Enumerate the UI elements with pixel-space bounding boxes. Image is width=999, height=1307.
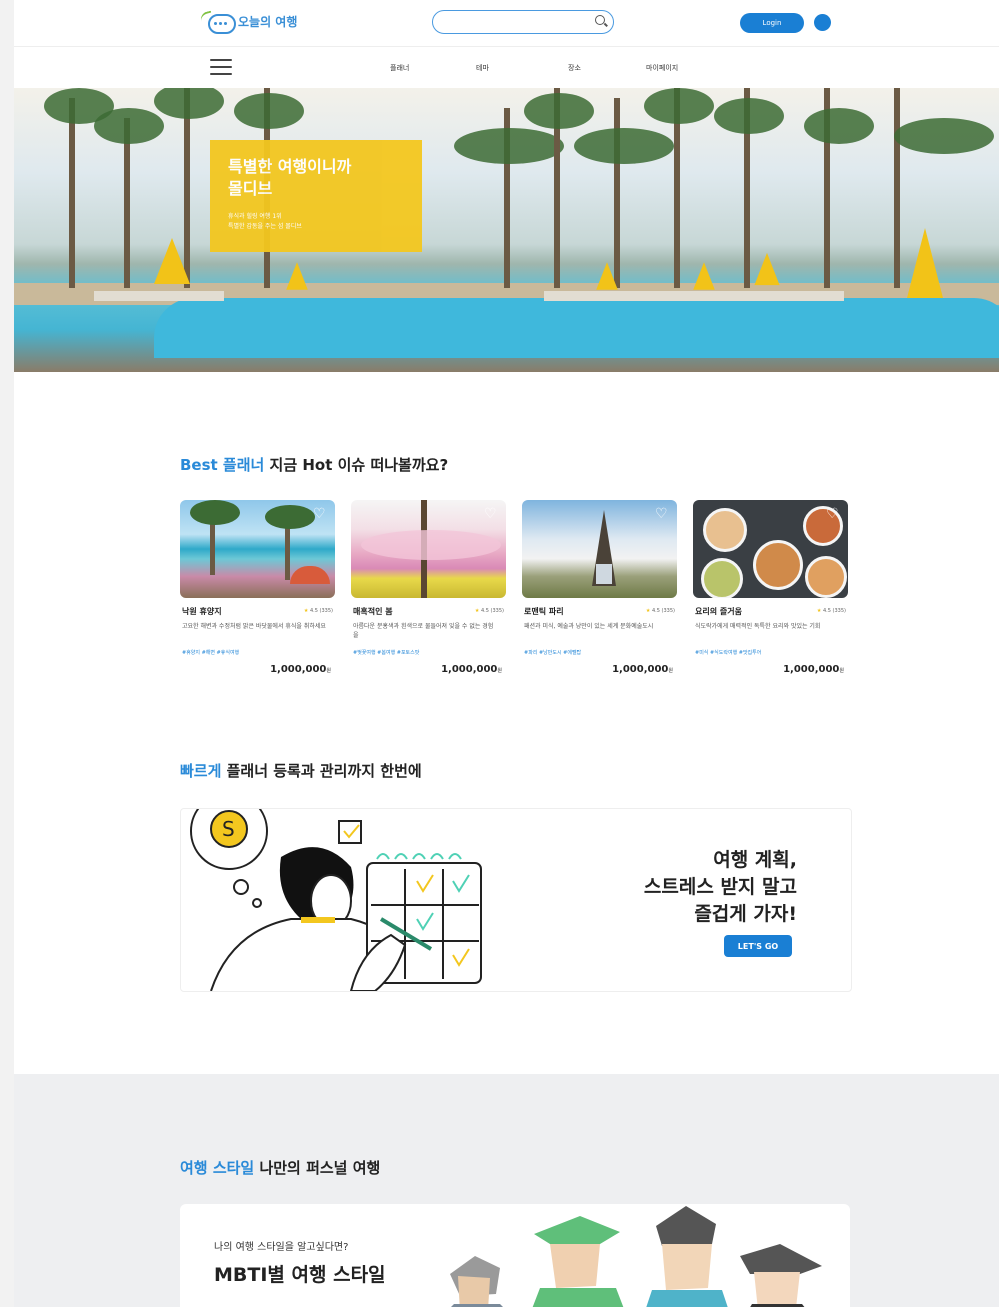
- card-price: 1,000,000원: [441, 664, 502, 675]
- login-button[interactable]: Login: [740, 13, 804, 33]
- card-description: 고요한 해변과 수정처럼 맑은 바닷물에서 휴식을 취하세요: [182, 623, 326, 630]
- style-title-accent: 여행 스타일: [180, 1159, 255, 1177]
- planner-line3: 즐겁게 가자!: [694, 903, 797, 925]
- style-section-title: 여행 스타일 나만의 퍼스널 여행: [180, 1157, 380, 1178]
- card-name: 로맨틱 파리: [524, 607, 564, 616]
- heart-icon[interactable]: ♡: [655, 507, 669, 521]
- card-name: 낙원 휴양지: [182, 607, 222, 616]
- logo-text: 오늘의 여행: [238, 14, 298, 29]
- planner-card[interactable]: ♡ 요리의 즐거움 ★ 4.5 (335) 식도락가에게 매력적인 독특한 요리…: [693, 500, 848, 690]
- card-description: 패션과 미식, 예술과 낭만이 있는 세계 문화예술도시: [524, 623, 654, 630]
- planner-card[interactable]: ♡ 로맨틱 파리 ★ 4.5 (335) 패션과 미식, 예술과 낭만이 있는 …: [522, 500, 677, 690]
- heart-icon[interactable]: ♡: [484, 507, 498, 521]
- card-image-paris: ♡: [522, 500, 677, 598]
- planner-illustration: S: [190, 809, 482, 991]
- card-rating: ★ 4.5 (335): [645, 608, 675, 614]
- card-image-resort: ♡: [180, 500, 335, 598]
- logo[interactable]: 오늘의 여행: [199, 10, 298, 34]
- mbti-card[interactable]: 나의 여행 스타일을 알고싶다면? MBTI별 여행 스타일: [180, 1204, 850, 1307]
- card-tags[interactable]: #파리 #낭만도시 #에펠탑: [524, 649, 674, 656]
- hero-text-box: 특별한 여행이니까 몰디브 휴식과 힐링 여행 1위 특별한 감동을 주는 섬 …: [210, 140, 422, 252]
- planner-card[interactable]: ♡ 매혹적인 봄 ★ 4.5 (335) 아름다운 분홍색과 흰색으로 물들어져…: [351, 500, 506, 690]
- planner-title-accent: 빠르게: [180, 762, 222, 780]
- mbti-characters-illustration: [450, 1206, 822, 1307]
- planner-headline: 여행 계획, 스트레스 받지 말고 즐겁게 가자!: [644, 847, 797, 928]
- hero-title-line1: 특별한 여행이니까: [228, 157, 352, 176]
- card-rating: ★ 4.5 (335): [816, 608, 846, 614]
- nav-item-planner[interactable]: 플래너: [390, 63, 409, 73]
- heart-icon[interactable]: ♡: [313, 507, 327, 521]
- planner-section-title: 빠르게 플래너 등록과 관리까지 한번에: [180, 760, 422, 781]
- style-title-rest: 나만의 퍼스널 여행: [254, 1159, 381, 1177]
- card-name: 매혹적인 봄: [353, 607, 393, 616]
- card-image-food: ♡: [693, 500, 848, 598]
- best-section-title: Best 플래너 지금 Hot 이슈 떠나볼까요?: [180, 454, 448, 475]
- mbti-title: MBTI별 여행 스타일: [214, 1264, 386, 1286]
- planner-line1: 여행 계획,: [713, 849, 797, 871]
- star-icon: ★: [816, 608, 822, 614]
- mbti-subtitle: 나의 여행 스타일을 알고싶다면?: [214, 1242, 349, 1253]
- card-tags[interactable]: #휴양지 #해변 #휴식여행: [182, 649, 332, 656]
- logo-cloud-icon: [199, 10, 236, 34]
- hero-sub-line2: 특별한 감동을 주는 섬 몰디브: [228, 223, 302, 230]
- hero-title: 특별한 여행이니까 몰디브: [228, 156, 408, 200]
- card-description: 식도락가에게 매력적인 독특한 요리와 맛있는 기회: [695, 623, 821, 630]
- planner-card[interactable]: ♡ 낙원 휴양지 ★ 4.5 (335) 고요한 해변과 수정처럼 맑은 바닷물…: [180, 500, 335, 690]
- planner-line2: 스트레스 받지 말고: [643, 876, 797, 898]
- hero-sub-line1: 휴식과 힐링 여행 1위: [228, 213, 282, 220]
- best-title-rest: 지금 Hot 이슈 떠나볼까요?: [264, 456, 449, 474]
- nav-item-mypage[interactable]: 마이페이지: [646, 63, 678, 73]
- nav-item-theme[interactable]: 테마: [476, 63, 489, 73]
- svg-text:S: S: [222, 817, 235, 841]
- card-image-spring: ♡: [351, 500, 506, 598]
- star-icon: ★: [474, 608, 480, 614]
- card-description: 아름다운 분홍색과 흰색으로 물들어져 잊을 수 없는 경험을: [353, 623, 494, 639]
- card-tags[interactable]: #벚꽃여행 #봄여행 #포토스팟: [353, 649, 503, 656]
- search-icon[interactable]: [595, 15, 605, 25]
- search-input[interactable]: [443, 12, 597, 35]
- card-rating: ★ 4.5 (335): [303, 608, 333, 614]
- planner-title-rest: 플래너 등록과 관리까지 한번에: [221, 762, 422, 780]
- star-icon: ★: [303, 608, 309, 614]
- card-price: 1,000,000원: [783, 664, 844, 675]
- planner-banner[interactable]: S 여행 계획, 스트레스 받지 말고 즐겁게 가자! LET'S GO: [180, 808, 852, 992]
- hamburger-menu-icon[interactable]: [210, 59, 232, 75]
- star-icon: ★: [645, 608, 651, 614]
- nav-item-place[interactable]: 장소: [568, 63, 581, 73]
- hero-subtitle: 휴식과 힐링 여행 1위 특별한 감동을 주는 섬 몰디브: [228, 212, 408, 232]
- card-tags[interactable]: #미식 #식도락여행 #맛집투어: [695, 649, 845, 656]
- header: 오늘의 여행 Login: [14, 0, 999, 46]
- heart-icon[interactable]: ♡: [826, 507, 840, 521]
- best-title-accent: Best 플래너: [180, 456, 265, 474]
- card-rating: ★ 4.5 (335): [474, 608, 504, 614]
- page: 오늘의 여행 Login 플래너 테마 장소 마이페이지 특별한 여행이니까 몰…: [14, 0, 999, 1307]
- main-nav: 플래너 테마 장소 마이페이지: [14, 46, 999, 89]
- lets-go-button[interactable]: LET'S GO: [724, 935, 792, 957]
- hero-title-line2: 몰디브: [228, 179, 273, 198]
- card-price: 1,000,000원: [270, 664, 331, 675]
- user-avatar[interactable]: [814, 14, 831, 31]
- card-price: 1,000,000원: [612, 664, 673, 675]
- hero-banner[interactable]: 특별한 여행이니까 몰디브 휴식과 힐링 여행 1위 특별한 감동을 주는 섬 …: [14, 88, 999, 372]
- search-bar[interactable]: [432, 10, 614, 35]
- pool-image: [154, 298, 999, 358]
- card-name: 요리의 즐거움: [695, 607, 742, 616]
